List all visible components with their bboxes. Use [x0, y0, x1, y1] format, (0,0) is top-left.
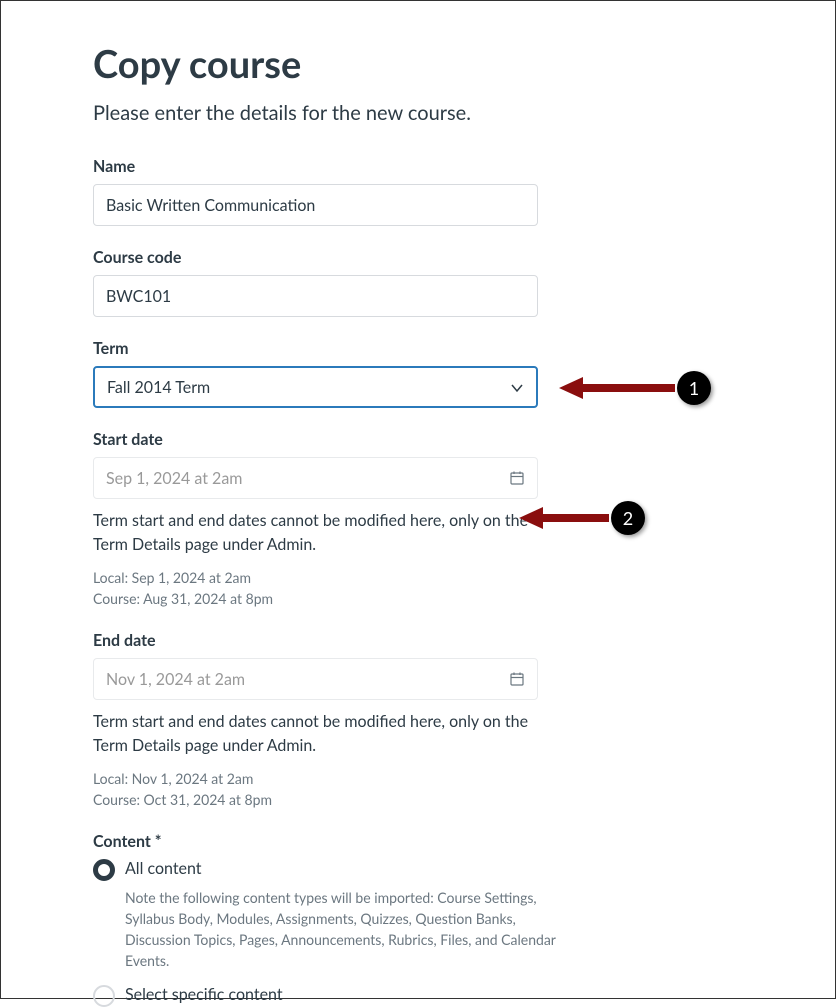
calendar-icon — [509, 470, 525, 486]
term-label: Term — [93, 339, 743, 358]
radio-specific-content-label: Select specific content — [125, 985, 283, 1004]
course-code-label: Course code — [93, 248, 743, 267]
page-subtitle: Please enter the details for the new cou… — [93, 101, 743, 125]
start-date-value: Sep 1, 2024 at 2am — [106, 469, 242, 488]
course-code-input[interactable] — [93, 275, 538, 317]
term-value: Fall 2014 Term — [107, 378, 210, 397]
name-input[interactable] — [93, 184, 538, 226]
end-date-course: Course: Oct 31, 2024 at 8pm — [93, 789, 743, 810]
radio-all-content-desc: Note the following content types will be… — [125, 887, 560, 971]
start-date-input[interactable]: Sep 1, 2024 at 2am — [93, 457, 538, 499]
name-label: Name — [93, 157, 743, 176]
start-date-label: Start date — [93, 430, 743, 449]
end-date-input[interactable]: Nov 1, 2024 at 2am — [93, 658, 538, 700]
radio-all-content-label: All content — [125, 859, 202, 878]
term-select[interactable]: Fall 2014 Term — [93, 366, 538, 408]
end-date-label: End date — [93, 631, 743, 650]
page-title: Copy course — [93, 41, 743, 87]
end-date-helper: Term start and end dates cannot be modif… — [93, 710, 533, 758]
chevron-down-icon — [510, 380, 524, 394]
content-label: Content * — [93, 832, 743, 851]
end-date-local: Local: Nov 1, 2024 at 2am — [93, 768, 743, 789]
radio-specific-content[interactable] — [93, 985, 115, 1007]
start-date-course: Course: Aug 31, 2024 at 8pm — [93, 588, 743, 609]
end-date-value: Nov 1, 2024 at 2am — [106, 670, 245, 689]
start-date-helper: Term start and end dates cannot be modif… — [93, 509, 533, 557]
start-date-local: Local: Sep 1, 2024 at 2am — [93, 567, 743, 588]
radio-all-content[interactable] — [93, 859, 115, 881]
calendar-icon — [509, 671, 525, 687]
